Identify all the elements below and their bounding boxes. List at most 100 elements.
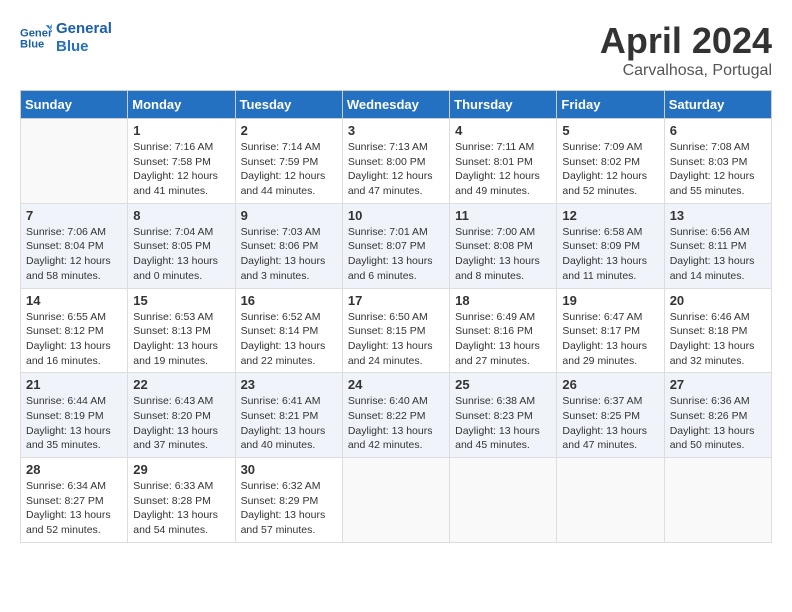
calendar-cell: 2Sunrise: 7:14 AMSunset: 7:59 PMDaylight… <box>235 119 342 204</box>
day-number: 22 <box>133 377 229 392</box>
calendar-cell: 13Sunrise: 6:56 AMSunset: 8:11 PMDayligh… <box>664 203 771 288</box>
day-info: Sunrise: 6:40 AMSunset: 8:22 PMDaylight:… <box>348 394 444 453</box>
calendar-cell: 6 Sunrise: 7:08 AMSunset: 8:03 PMDaylight… <box>664 119 771 204</box>
page-title: April 2024 <box>600 20 772 62</box>
day-info: Sunrise: 6:55 AMSunset: 8:12 PMDaylight:… <box>26 310 122 369</box>
calendar-cell <box>557 458 664 543</box>
day-number: 11 <box>455 208 551 223</box>
day-number: 26 <box>562 377 658 392</box>
calendar-cell: 20 Sunrise: 6:46 AMSunset: 8:18 PMDayligh… <box>664 288 771 373</box>
day-number: 23 <box>241 377 337 392</box>
header-day-friday: Friday <box>557 91 664 119</box>
day-info: Sunrise: 6:53 AMSunset: 8:13 PMDaylight:… <box>133 310 229 369</box>
day-number: 3 <box>348 123 444 138</box>
calendar-week-5: 28 Sunrise: 6:34 AMSunset: 8:27 PMDayligh… <box>21 458 772 543</box>
day-info: Sunrise: 6:33 AMSunset: 8:28 PMDaylight:… <box>133 479 229 538</box>
header-day-thursday: Thursday <box>450 91 557 119</box>
header-day-sunday: Sunday <box>21 91 128 119</box>
calendar-cell <box>21 119 128 204</box>
calendar-cell: 23 Sunrise: 6:41 AMSunset: 8:21 PMDayligh… <box>235 373 342 458</box>
logo-icon: General Blue <box>20 22 52 54</box>
day-number: 16 <box>241 293 337 308</box>
calendar-cell: 30 Sunrise: 6:32 AMSunset: 8:29 PMDayligh… <box>235 458 342 543</box>
header: General Blue GeneralBlue April 2024 Carv… <box>20 20 772 80</box>
calendar-cell: 16 Sunrise: 6:52 AMSunset: 8:14 PMDayligh… <box>235 288 342 373</box>
day-number: 24 <box>348 377 444 392</box>
day-number: 18 <box>455 293 551 308</box>
day-number: 20 <box>670 293 766 308</box>
calendar-week-3: 14 Sunrise: 6:55 AMSunset: 8:12 PMDayligh… <box>21 288 772 373</box>
calendar-cell: 25Sunrise: 6:38 AMSunset: 8:23 PMDayligh… <box>450 373 557 458</box>
day-number: 13 <box>670 208 766 223</box>
calendar-cell <box>450 458 557 543</box>
svg-text:Blue: Blue <box>20 39 44 51</box>
day-info: Sunrise: 6:49 AMSunset: 8:16 PMDaylight:… <box>455 310 551 369</box>
day-info: Sunrise: 7:00 AMSunset: 8:08 PMDaylight:… <box>455 225 551 284</box>
day-info: Sunrise: 7:11 AMSunset: 8:01 PMDaylight:… <box>455 140 551 199</box>
page-subtitle: Carvalhosa, Portugal <box>600 62 772 80</box>
calendar-cell: 17 Sunrise: 6:50 AMSunset: 8:15 PMDayligh… <box>342 288 449 373</box>
calendar-week-2: 7Sunrise: 7:06 AMSunset: 8:04 PMDaylight… <box>21 203 772 288</box>
calendar-cell: 1 Sunrise: 7:16 AMSunset: 7:58 PMDaylight… <box>128 119 235 204</box>
day-info: Sunrise: 6:41 AMSunset: 8:21 PMDaylight:… <box>241 394 337 453</box>
day-number: 17 <box>348 293 444 308</box>
day-info: Sunrise: 6:47 AMSunset: 8:17 PMDaylight:… <box>562 310 658 369</box>
day-info: Sunrise: 6:44 AMSunset: 8:19 PMDaylight:… <box>26 394 122 453</box>
calendar-cell: 15 Sunrise: 6:53 AMSunset: 8:13 PMDayligh… <box>128 288 235 373</box>
day-info: Sunrise: 7:06 AMSunset: 8:04 PMDaylight:… <box>26 225 122 284</box>
calendar-table: SundayMondayTuesdayWednesdayThursdayFrid… <box>20 90 772 543</box>
day-number: 15 <box>133 293 229 308</box>
day-number: 9 <box>241 208 337 223</box>
calendar-cell: 14 Sunrise: 6:55 AMSunset: 8:12 PMDayligh… <box>21 288 128 373</box>
header-day-wednesday: Wednesday <box>342 91 449 119</box>
calendar-cell: 11 Sunrise: 7:00 AMSunset: 8:08 PMDayligh… <box>450 203 557 288</box>
calendar-cell: 12 Sunrise: 6:58 AMSunset: 8:09 PMDayligh… <box>557 203 664 288</box>
title-area: April 2024 Carvalhosa, Portugal <box>600 20 772 80</box>
calendar-cell: 3 Sunrise: 7:13 AMSunset: 8:00 PMDaylight… <box>342 119 449 204</box>
calendar-cell: 9Sunrise: 7:03 AMSunset: 8:06 PMDaylight… <box>235 203 342 288</box>
day-info: Sunrise: 6:50 AMSunset: 8:15 PMDaylight:… <box>348 310 444 369</box>
calendar-cell: 4Sunrise: 7:11 AMSunset: 8:01 PMDaylight… <box>450 119 557 204</box>
day-info: Sunrise: 6:52 AMSunset: 8:14 PMDaylight:… <box>241 310 337 369</box>
day-info: Sunrise: 6:46 AMSunset: 8:18 PMDaylight:… <box>670 310 766 369</box>
day-info: Sunrise: 6:43 AMSunset: 8:20 PMDaylight:… <box>133 394 229 453</box>
day-info: Sunrise: 7:13 AMSunset: 8:00 PMDaylight:… <box>348 140 444 199</box>
calendar-header-row: SundayMondayTuesdayWednesdayThursdayFrid… <box>21 91 772 119</box>
day-info: Sunrise: 6:34 AMSunset: 8:27 PMDaylight:… <box>26 479 122 538</box>
day-info: Sunrise: 6:37 AMSunset: 8:25 PMDaylight:… <box>562 394 658 453</box>
day-number: 27 <box>670 377 766 392</box>
calendar-cell: 21 Sunrise: 6:44 AMSunset: 8:19 PMDayligh… <box>21 373 128 458</box>
calendar-cell: 8 Sunrise: 7:04 AMSunset: 8:05 PMDaylight… <box>128 203 235 288</box>
header-day-monday: Monday <box>128 91 235 119</box>
day-number: 14 <box>26 293 122 308</box>
calendar-week-4: 21 Sunrise: 6:44 AMSunset: 8:19 PMDayligh… <box>21 373 772 458</box>
day-number: 30 <box>241 462 337 477</box>
day-number: 1 <box>133 123 229 138</box>
day-number: 21 <box>26 377 122 392</box>
calendar-cell: 22 Sunrise: 6:43 AMSunset: 8:20 PMDayligh… <box>128 373 235 458</box>
calendar-week-1: 1 Sunrise: 7:16 AMSunset: 7:58 PMDaylight… <box>21 119 772 204</box>
calendar-cell: 19Sunrise: 6:47 AMSunset: 8:17 PMDayligh… <box>557 288 664 373</box>
day-number: 10 <box>348 208 444 223</box>
day-number: 5 <box>562 123 658 138</box>
day-info: Sunrise: 6:32 AMSunset: 8:29 PMDaylight:… <box>241 479 337 538</box>
day-number: 6 <box>670 123 766 138</box>
day-info: Sunrise: 7:16 AMSunset: 7:58 PMDaylight:… <box>133 140 229 199</box>
day-info: Sunrise: 7:08 AMSunset: 8:03 PMDaylight:… <box>670 140 766 199</box>
calendar-cell: 18 Sunrise: 6:49 AMSunset: 8:16 PMDayligh… <box>450 288 557 373</box>
day-info: Sunrise: 7:04 AMSunset: 8:05 PMDaylight:… <box>133 225 229 284</box>
day-info: Sunrise: 6:36 AMSunset: 8:26 PMDaylight:… <box>670 394 766 453</box>
day-number: 28 <box>26 462 122 477</box>
svg-text:General: General <box>20 27 52 39</box>
calendar-cell <box>342 458 449 543</box>
day-number: 8 <box>133 208 229 223</box>
calendar-cell: 10Sunrise: 7:01 AMSunset: 8:07 PMDayligh… <box>342 203 449 288</box>
header-day-tuesday: Tuesday <box>235 91 342 119</box>
day-info: Sunrise: 7:14 AMSunset: 7:59 PMDaylight:… <box>241 140 337 199</box>
day-number: 12 <box>562 208 658 223</box>
day-number: 29 <box>133 462 229 477</box>
day-info: Sunrise: 6:58 AMSunset: 8:09 PMDaylight:… <box>562 225 658 284</box>
header-day-saturday: Saturday <box>664 91 771 119</box>
calendar-cell: 7Sunrise: 7:06 AMSunset: 8:04 PMDaylight… <box>21 203 128 288</box>
calendar-cell: 27 Sunrise: 6:36 AMSunset: 8:26 PMDayligh… <box>664 373 771 458</box>
